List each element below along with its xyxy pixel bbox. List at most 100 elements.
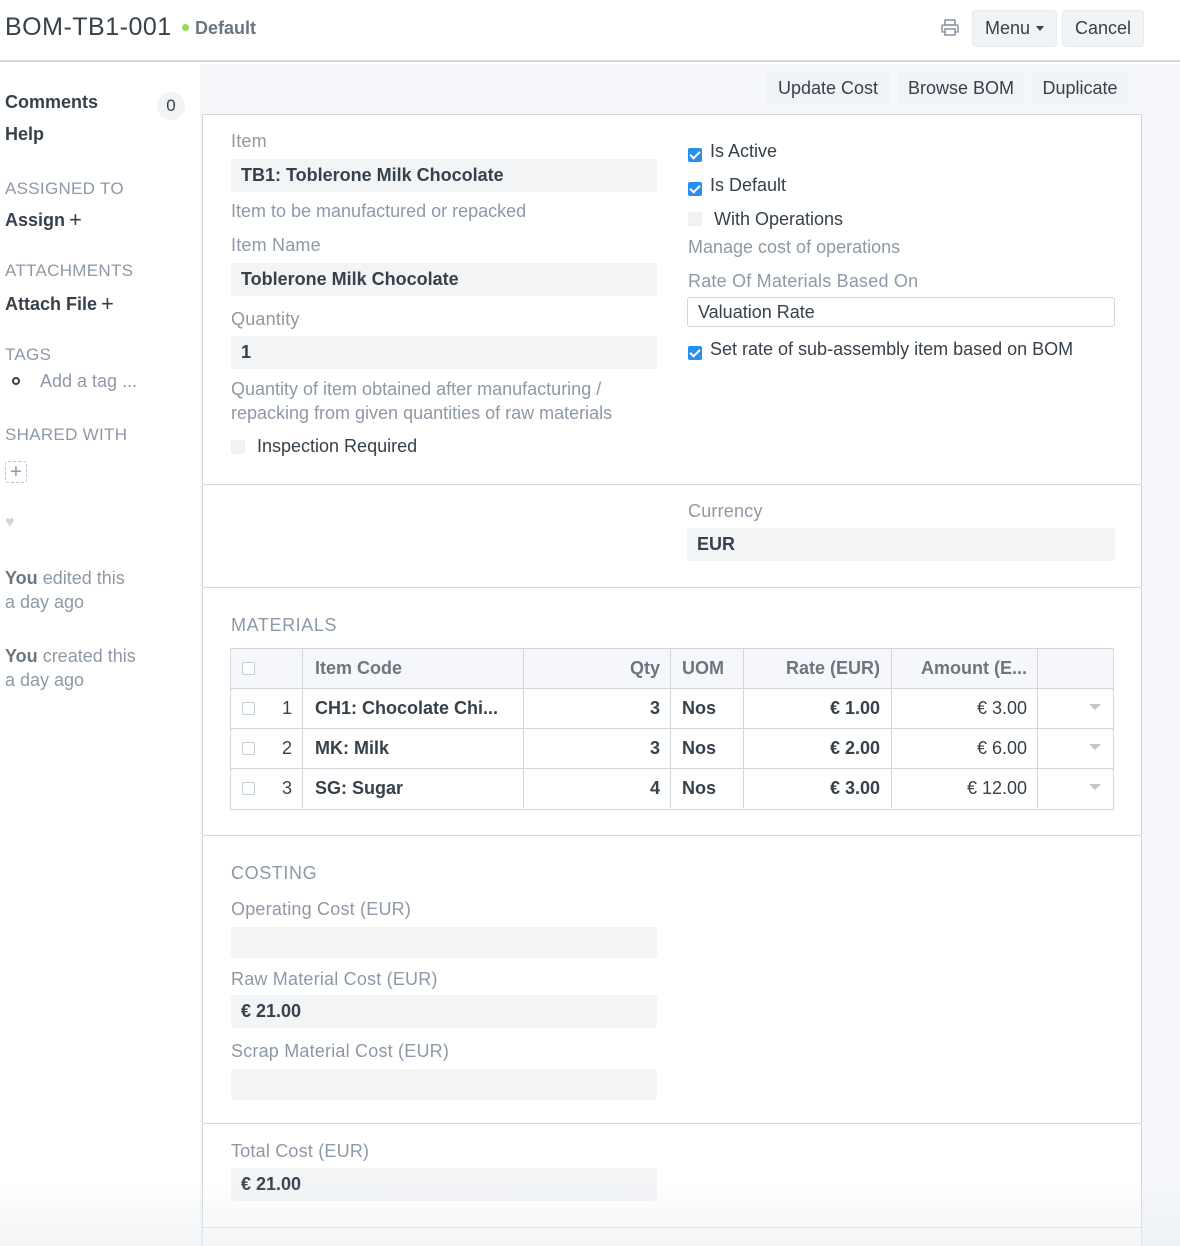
amount-cell: € 6.00: [892, 729, 1038, 768]
uom-cell[interactable]: Nos: [671, 769, 744, 808]
table-row[interactable]: 3 SG: Sugar 4 Nos € 3.00 € 12.00: [231, 769, 1113, 809]
item-code-cell[interactable]: SG: Sugar: [303, 769, 524, 808]
row-checkbox[interactable]: [242, 742, 255, 755]
row-dropdown-icon[interactable]: [1089, 784, 1101, 790]
duplicate-button[interactable]: Duplicate: [1032, 72, 1128, 104]
add-tag-input[interactable]: Add a tag ...: [40, 371, 137, 392]
scrap-material-cost-label: Scrap Material Cost (EUR): [231, 1041, 450, 1061]
is-active-label: Is Active: [710, 141, 778, 161]
operating-cost-label: Operating Cost (EUR): [231, 899, 412, 919]
is-default-checkbox[interactable]: [688, 182, 702, 196]
column-header-uom: UOM: [671, 649, 744, 688]
status-dot-icon: [182, 23, 189, 31]
row-index: 1: [281, 698, 292, 718]
scrap-material-cost-field: [231, 1069, 657, 1100]
attach-file-label: Attach File: [5, 294, 98, 314]
attach-file-link[interactable]: Attach File +: [5, 290, 114, 316]
browse-bom-button[interactable]: Browse BOM: [898, 72, 1024, 104]
status-indicator: Default: [182, 18, 256, 39]
rate-cell[interactable]: € 3.00: [744, 769, 892, 808]
item-code-cell[interactable]: MK: Milk: [303, 729, 524, 768]
currency-field[interactable]: EUR: [687, 528, 1115, 561]
quantity-description-line: repacking from given quantities of raw m…: [231, 403, 613, 423]
activity-action: created this: [42, 646, 136, 666]
is-active-checkbox[interactable]: [688, 148, 702, 162]
assign-link[interactable]: Assign +: [5, 206, 82, 232]
item-code-cell[interactable]: CH1: Chocolate Chi...: [303, 689, 524, 728]
activity-item: You created this a day ago: [5, 644, 136, 692]
caret-down-icon: [1036, 26, 1045, 31]
uom-cell[interactable]: Nos: [671, 729, 744, 768]
qty-cell[interactable]: 4: [524, 769, 671, 808]
comments-link[interactable]: Comments: [5, 92, 98, 113]
table-row[interactable]: 2 MK: Milk 3 Nos € 2.00 € 6.00: [231, 729, 1113, 769]
row-select-cell: 1: [231, 689, 303, 728]
add-share-icon[interactable]: +: [5, 461, 27, 483]
table-header-row: Item Code Qty UOM Rate (EUR) Amount (E..…: [231, 649, 1113, 689]
row-dropdown-icon[interactable]: [1089, 744, 1101, 750]
set-rate-subassembly-checkbox[interactable]: [688, 346, 702, 360]
quantity-description-line: Quantity of item obtained after manufact…: [231, 379, 602, 399]
materials-table: Item Code Qty UOM Rate (EUR) Amount (E..…: [230, 648, 1114, 810]
page-title: BOM-TB1-001: [5, 13, 172, 41]
column-header-amount: Amount (E...: [892, 649, 1038, 688]
menu-button-label: Menu: [984, 18, 1031, 38]
select-all-cell: [231, 649, 303, 688]
item-description: Item to be manufactured or repacked: [231, 201, 527, 221]
column-header-item-code: Item Code: [303, 649, 524, 688]
help-link[interactable]: Help: [5, 124, 44, 145]
update-cost-button[interactable]: Update Cost: [766, 72, 890, 104]
activity-actor: You: [5, 646, 38, 666]
rate-based-on-label: Rate Of Materials Based On: [688, 271, 919, 291]
heart-icon[interactable]: ♥: [5, 514, 15, 532]
inspection-required-label: Inspection Required: [257, 436, 418, 456]
item-name-field[interactable]: Toblerone Milk Chocolate: [231, 263, 657, 296]
row-select-cell: 3: [231, 769, 303, 808]
qty-cell[interactable]: 3: [524, 729, 671, 768]
set-rate-subassembly-label: Set rate of sub-assembly item based on B…: [710, 339, 1074, 359]
inspection-required-checkbox[interactable]: [231, 440, 245, 454]
qty-cell[interactable]: 3: [524, 689, 671, 728]
row-dropdown-icon[interactable]: [1089, 704, 1101, 710]
tags-heading: TAGS: [5, 345, 52, 364]
cancel-button[interactable]: Cancel: [1062, 10, 1144, 47]
page-header: BOM-TB1-001 Default Menu Cancel: [0, 0, 1180, 62]
plus-icon: +: [101, 291, 114, 316]
assign-label: Assign: [5, 210, 66, 230]
select-all-checkbox[interactable]: [242, 662, 255, 675]
table-row[interactable]: 1 CH1: Chocolate Chi... 3 Nos € 1.00 € 3…: [231, 689, 1113, 729]
activity-item: You edited this a day ago: [5, 566, 125, 614]
amount-cell: € 3.00: [892, 689, 1038, 728]
quantity-label: Quantity: [231, 309, 300, 329]
tag-bullet-icon: [12, 377, 20, 385]
raw-material-cost-label: Raw Material Cost (EUR): [231, 969, 438, 989]
uom-cell[interactable]: Nos: [671, 689, 744, 728]
raw-material-cost-field: € 21.00: [231, 995, 657, 1028]
activity-time: a day ago: [5, 592, 85, 612]
total-cost-label: Total Cost (EUR): [231, 1141, 370, 1161]
rate-cell[interactable]: € 1.00: [744, 689, 892, 728]
is-default-label: Is Default: [710, 175, 787, 195]
row-select-cell: 2: [231, 729, 303, 768]
status-label: Default: [195, 18, 257, 38]
row-checkbox[interactable]: [242, 782, 255, 795]
costing-section-title: COSTING: [231, 863, 318, 883]
operating-cost-field: [231, 927, 657, 958]
assigned-to-heading: ASSIGNED TO: [5, 179, 124, 198]
activity-time: a day ago: [5, 670, 85, 690]
row-actions-cell: [1038, 689, 1113, 728]
rate-cell[interactable]: € 2.00: [744, 729, 892, 768]
printer-icon[interactable]: [940, 18, 964, 42]
row-checkbox[interactable]: [242, 702, 255, 715]
row-index: 3: [281, 778, 292, 798]
menu-button[interactable]: Menu: [972, 10, 1057, 47]
materials-section-title: MATERIALS: [231, 615, 338, 635]
row-index: 2: [281, 738, 292, 758]
with-operations-label: With Operations: [714, 209, 844, 229]
with-operations-checkbox[interactable]: [688, 212, 702, 226]
item-field[interactable]: TB1: Toblerone Milk Chocolate: [231, 159, 657, 192]
item-label: Item: [231, 131, 267, 151]
column-header-rate: Rate (EUR): [744, 649, 892, 688]
quantity-field[interactable]: 1: [231, 336, 657, 369]
rate-based-on-select[interactable]: Valuation Rate: [687, 297, 1115, 327]
